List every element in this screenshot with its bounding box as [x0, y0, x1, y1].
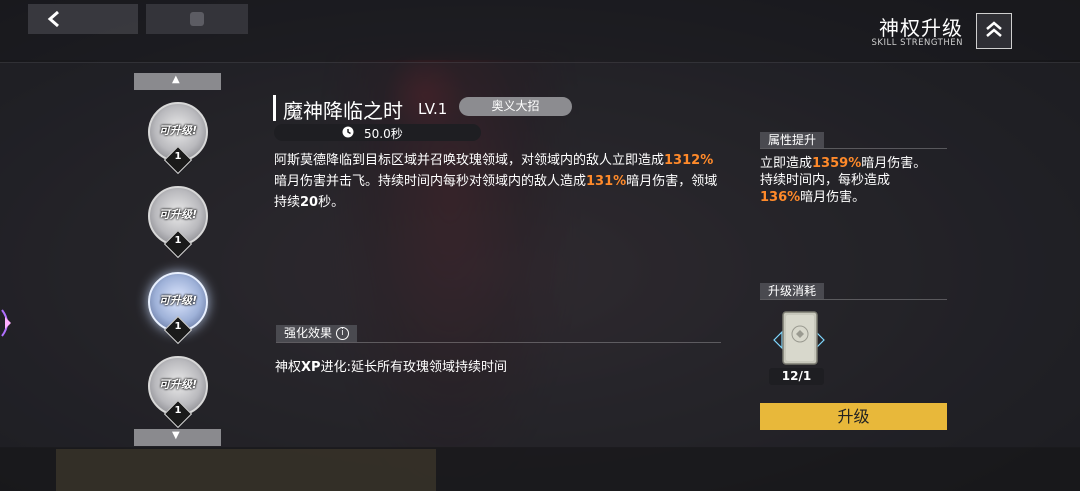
bottom-tab[interactable]: [56, 449, 436, 491]
cooldown-text: 50.0秒: [364, 127, 403, 141]
effect-text: 神权: [275, 360, 302, 375]
upgradable-label: 可升级!: [158, 208, 198, 221]
home-button[interactable]: [146, 4, 248, 34]
upgradable-label: 可升级!: [158, 294, 198, 307]
home-icon: [190, 12, 204, 26]
attribute-label: 属性提升: [760, 132, 825, 148]
page-subtitle: SKILL STRENGTHEN: [871, 38, 963, 48]
skill-type-tag: 奥义大招: [459, 97, 572, 116]
attr-text: 暗月伤害。: [861, 156, 927, 171]
effect-text-bold: XP: [301, 360, 321, 375]
skill-node-3-selected[interactable]: 可升级! 1: [148, 272, 208, 345]
desc-value: 1312%: [664, 153, 714, 168]
scroll-down-button[interactable]: ▼: [134, 429, 221, 446]
enhance-effect-title: 强化效果: [284, 326, 333, 340]
scroll-up-button[interactable]: ▲: [134, 73, 221, 90]
skill-level: 1: [174, 151, 182, 162]
upgrade-button[interactable]: 升级: [760, 403, 947, 430]
attr-value: 1359%: [812, 156, 862, 171]
skill-level: 1: [174, 321, 182, 332]
attr-text: 立即造成: [760, 156, 813, 171]
enhance-effect-header: 强化效果 i: [276, 325, 721, 343]
skill-node-1[interactable]: 可升级! 1: [148, 102, 208, 175]
double-chevron-up-icon: [986, 21, 1002, 37]
skill-node-2[interactable]: 可升级! 1: [148, 186, 208, 259]
side-expand-arrow-icon[interactable]: [0, 308, 14, 338]
skill-node-4[interactable]: 可升级! 1: [148, 356, 208, 429]
cost-label: 升级消耗: [760, 283, 825, 299]
cost-header: 升级消耗: [760, 283, 947, 300]
collapse-button[interactable]: [976, 13, 1012, 49]
back-arrow-icon: [47, 10, 59, 28]
upgradable-label: 可升级!: [158, 378, 198, 391]
desc-value: 20: [300, 195, 319, 210]
skill-level: 1: [174, 405, 182, 416]
desc-text: 秒。: [318, 195, 345, 210]
skill-name: 魔神降临之时: [283, 99, 403, 123]
triangle-down-icon: ▼: [172, 430, 180, 441]
skill-book-icon[interactable]: [772, 310, 826, 370]
enhance-effect-text: 神权XP进化:延长所有玫瑰领域持续时间: [275, 356, 507, 375]
item-count: 12/1: [769, 368, 824, 385]
enhance-effect-label: 强化效果 i: [276, 325, 357, 342]
skill-level-label: LV.1: [418, 100, 448, 118]
cooldown-bar: 50.0秒: [274, 124, 481, 141]
attr-value: 136%: [760, 190, 801, 205]
back-button[interactable]: [28, 4, 138, 34]
triangle-up-icon: ▲: [172, 74, 180, 85]
clock-icon: [342, 126, 354, 138]
attribute-text: 立即造成1359%暗月伤害。 持续时间内，每秒造成 136%暗月伤害。: [760, 155, 960, 206]
title-accent-bar: [273, 95, 276, 121]
attribute-header: 属性提升: [760, 132, 947, 149]
page-title: 神权升级: [879, 16, 963, 40]
desc-value: 131%: [586, 174, 627, 189]
skill-description: 阿斯莫德降临到目标区域并召唤玫瑰领域，对领域内的敌人立即造成1312% 暗月伤害并…: [274, 150, 724, 213]
attr-text: 持续时间内，每秒造成: [760, 173, 891, 188]
desc-text: 暗月伤害并击飞。持续时间内每秒对领域内的敌人造成: [274, 174, 587, 189]
info-icon[interactable]: i: [335, 327, 349, 340]
desc-text: 阿斯莫德降临到目标区域并召唤玫瑰领域，对领域内的敌人立即造成: [274, 153, 665, 168]
attr-text: 暗月伤害。: [800, 190, 866, 205]
upgradable-label: 可升级!: [158, 124, 198, 137]
skill-level: 1: [174, 235, 182, 246]
effect-text: 进化:延长所有玫瑰领域持续时间: [320, 360, 507, 375]
